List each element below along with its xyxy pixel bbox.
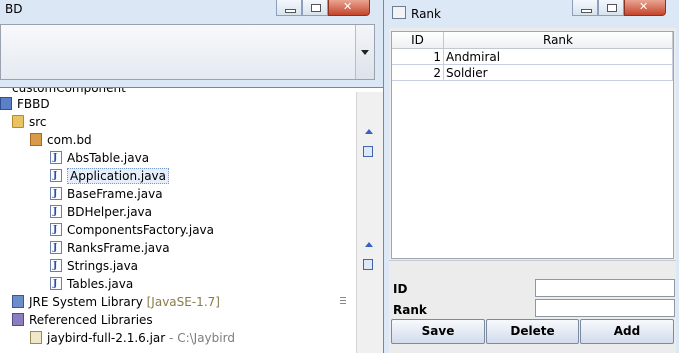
save-button[interactable]: Save	[391, 319, 485, 344]
rank-field[interactable]	[535, 299, 675, 317]
rank-label: Rank	[393, 303, 427, 317]
java-file-icon	[50, 275, 62, 293]
java-file-icon	[50, 167, 62, 185]
editor-gutter	[356, 92, 384, 353]
window-app-icon	[392, 6, 406, 19]
dropdown-arrow-icon[interactable]	[355, 25, 374, 79]
table-cell-id[interactable]: 2	[392, 65, 444, 81]
tree-item-file[interactable]: ComponentsFactory.java	[50, 221, 214, 239]
java-file-icon	[50, 221, 62, 239]
add-button[interactable]: Add	[580, 319, 674, 344]
package-icon	[30, 133, 42, 146]
table-cell-rank[interactable]: Andmiral	[444, 49, 673, 65]
maximize-icon[interactable]	[302, 0, 328, 16]
id-label: ID	[393, 282, 408, 296]
folder-icon	[12, 115, 24, 128]
tree-item-jar[interactable]: jaybird-full-2.1.6.jar - C:\Jaybird	[30, 329, 235, 347]
tree-label: RanksFrame.java	[67, 241, 170, 255]
combo-box[interactable]	[0, 24, 375, 80]
tree-item-project[interactable]: FBBD	[0, 95, 50, 113]
rank-window: Rank ID Rank 1 Andmiral 2 Soldier ID Ran…	[383, 0, 679, 353]
window-controls	[572, 0, 666, 17]
tree-label: Referenced Libraries	[29, 313, 153, 327]
rank-content: ID Rank 1 Andmiral 2 Soldier ID Rank Sav…	[389, 28, 676, 353]
window-controls	[276, 0, 370, 17]
tree-item-file[interactable]: BDHelper.java	[50, 203, 152, 221]
close-icon[interactable]	[328, 0, 370, 16]
tree-label: FBBD	[17, 97, 50, 111]
tree-label: ComponentsFactory.java	[67, 223, 214, 237]
tree-item-ref-libs[interactable]: Referenced Libraries	[12, 311, 153, 329]
maximize-icon[interactable]	[598, 0, 624, 16]
tree-item-file[interactable]: AbsTable.java	[50, 149, 149, 167]
tree-label: JRE System Library	[29, 295, 143, 309]
java-file-icon	[50, 149, 62, 167]
task-marker-icon[interactable]	[363, 259, 373, 270]
task-marker-icon[interactable]	[363, 146, 373, 157]
collapse-arrow-icon[interactable]	[365, 242, 373, 247]
window-title: BD	[5, 2, 23, 16]
java-file-icon	[50, 185, 62, 203]
library-icon	[12, 295, 24, 308]
tree-label: AbsTable.java	[67, 151, 150, 165]
tree-item-file[interactable]: RanksFrame.java	[50, 239, 170, 257]
jre-version: [JavaSE-1.7]	[146, 295, 220, 309]
collapse-arrow-icon[interactable]	[365, 129, 373, 134]
tree-label: BDHelper.java	[67, 205, 153, 219]
jar-icon	[30, 331, 42, 344]
java-file-icon	[50, 239, 62, 257]
column-header-id[interactable]: ID	[392, 32, 444, 49]
java-file-icon	[50, 203, 62, 221]
tree-item-file[interactable]: Tables.java	[50, 275, 133, 293]
tree-item-src[interactable]: src	[12, 113, 47, 131]
table-cell-rank[interactable]: Soldier	[444, 65, 673, 81]
minimize-icon[interactable]	[572, 0, 598, 16]
minimize-icon[interactable]	[276, 0, 302, 16]
tree-label: Application.java	[67, 168, 170, 184]
combo-window: BD	[0, 0, 385, 88]
tree-label: jaybird-full-2.1.6.jar	[47, 331, 166, 345]
tree-label: src	[29, 115, 47, 129]
tree-label: com.bd	[47, 133, 92, 147]
jar-path: - C:\Jaybird	[169, 331, 235, 345]
tree-label: BaseFrame.java	[67, 187, 163, 201]
window-title: Rank	[411, 7, 441, 21]
java-file-icon	[50, 257, 62, 275]
table-cell-id[interactable]: 1	[392, 49, 444, 65]
tree-item-file[interactable]: Strings.java	[50, 257, 138, 275]
column-header-rank[interactable]: Rank	[444, 32, 673, 49]
library-icon	[12, 313, 24, 326]
tree-item-package[interactable]: com.bd	[30, 131, 92, 149]
tree-item-file-selected[interactable]: Application.java	[50, 167, 170, 185]
splitter-grip[interactable]	[340, 297, 346, 298]
divider	[389, 260, 676, 261]
close-icon[interactable]	[624, 0, 666, 16]
tree-label: Strings.java	[67, 259, 139, 273]
id-field[interactable]	[535, 279, 675, 297]
delete-button[interactable]: Delete	[486, 319, 579, 344]
tree-item-jre[interactable]: JRE System Library [JavaSE-1.7]	[12, 293, 220, 311]
tree-label: Tables.java	[67, 277, 134, 291]
splitter-grip[interactable]	[340, 303, 346, 304]
rank-table[interactable]: ID Rank 1 Andmiral 2 Soldier	[391, 31, 674, 259]
project-icon	[0, 97, 12, 110]
tree-item-file[interactable]: BaseFrame.java	[50, 185, 163, 203]
splitter-grip[interactable]	[340, 300, 346, 301]
